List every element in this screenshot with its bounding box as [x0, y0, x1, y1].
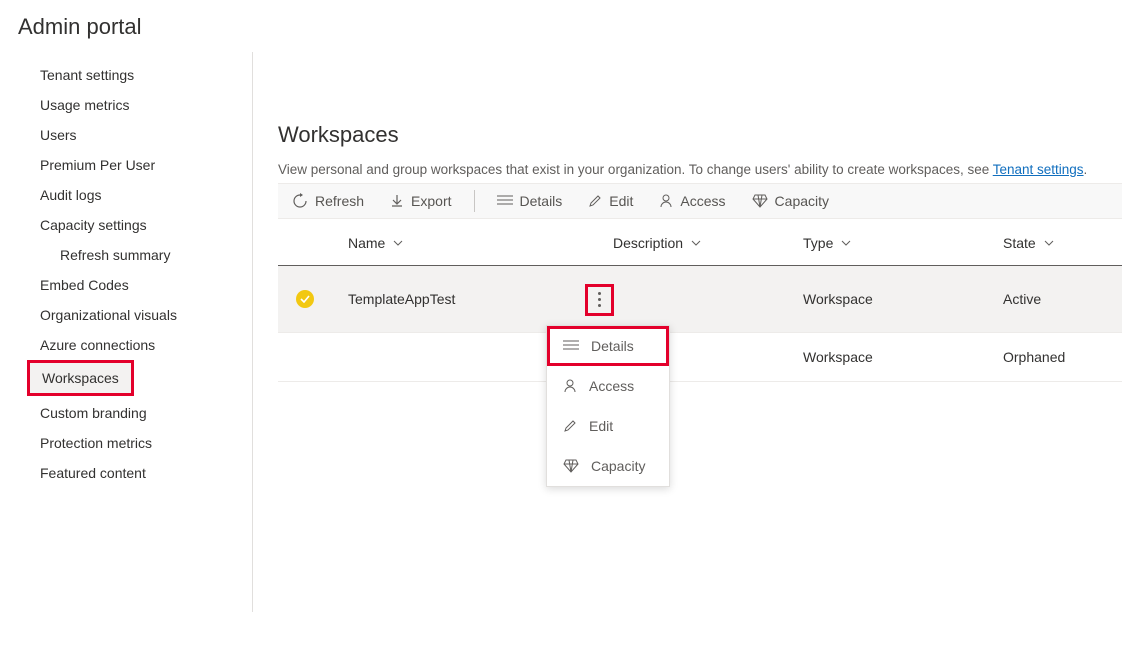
export-button[interactable]: Export — [386, 190, 455, 212]
menu-item-details[interactable]: Details — [547, 326, 669, 366]
period: . — [1084, 162, 1088, 177]
toolbar: Refresh Export Details Edit Access Cap — [278, 183, 1122, 219]
header-name-label: Name — [348, 235, 385, 251]
sidebar-nav: Tenant settings Usage metrics Users Prem… — [18, 52, 253, 612]
refresh-label: Refresh — [315, 193, 364, 209]
refresh-button[interactable]: Refresh — [288, 190, 368, 212]
sidebar-item-custom-branding[interactable]: Custom branding — [18, 398, 250, 428]
table-row[interactable]: Workspace Orphaned — [278, 333, 1122, 382]
section-description: View personal and group workspaces that … — [278, 162, 1122, 177]
refresh-icon — [292, 193, 308, 209]
sidebar-item-usage-metrics[interactable]: Usage metrics — [18, 90, 250, 120]
cell-name: TemplateAppTest — [338, 291, 613, 307]
sidebar-item-azure-connections[interactable]: Azure connections — [18, 330, 250, 360]
cell-type: Workspace — [803, 349, 1003, 365]
edit-button[interactable]: Edit — [584, 190, 637, 212]
details-label: Details — [520, 193, 563, 209]
download-icon — [390, 194, 404, 208]
chevron-down-icon — [393, 240, 403, 246]
export-label: Export — [411, 193, 451, 209]
sidebar-item-embed-codes[interactable]: Embed Codes — [18, 270, 250, 300]
sidebar-item-refresh-summary[interactable]: Refresh summary — [18, 240, 250, 270]
sidebar-item-premium-per-user[interactable]: Premium Per User — [18, 150, 250, 180]
workspaces-table: Name Description Type State — [278, 221, 1122, 382]
diamond-icon — [752, 194, 768, 208]
sidebar-item-protection-metrics[interactable]: Protection metrics — [18, 428, 250, 458]
person-icon — [563, 379, 577, 393]
menu-edit-label: Edit — [589, 418, 613, 434]
column-header-name[interactable]: Name — [338, 235, 613, 251]
menu-item-capacity[interactable]: Capacity — [547, 446, 669, 486]
header-state-label: State — [1003, 235, 1036, 251]
chevron-down-icon — [1044, 240, 1054, 246]
person-icon — [659, 194, 673, 208]
section-heading: Workspaces — [278, 122, 1122, 148]
chevron-down-icon — [841, 240, 851, 246]
toolbar-separator — [474, 190, 475, 212]
capacity-label: Capacity — [775, 193, 829, 209]
menu-capacity-label: Capacity — [591, 458, 645, 474]
menu-item-access[interactable]: Access — [547, 366, 669, 406]
cell-type: Workspace — [803, 291, 1003, 307]
access-button[interactable]: Access — [655, 190, 729, 212]
description-text-span: View personal and group workspaces that … — [278, 162, 993, 177]
menu-access-label: Access — [589, 378, 634, 394]
sidebar-item-workspaces[interactable]: Workspaces — [30, 363, 131, 393]
sidebar-item-featured-content[interactable]: Featured content — [18, 458, 250, 488]
details-button[interactable]: Details — [493, 190, 567, 212]
sidebar-item-tenant-settings[interactable]: Tenant settings — [18, 60, 250, 90]
checkmark-icon — [296, 290, 314, 308]
capacity-button[interactable]: Capacity — [748, 190, 833, 212]
pencil-icon — [588, 194, 602, 208]
menu-item-edit[interactable]: Edit — [547, 406, 669, 446]
more-options-button[interactable] — [585, 284, 614, 316]
edit-label: Edit — [609, 193, 633, 209]
page-title: Admin portal — [0, 0, 1122, 52]
context-menu: Details Access Edit Capacity — [546, 325, 670, 487]
header-description-label: Description — [613, 235, 683, 251]
tenant-settings-link[interactable]: Tenant settings — [993, 162, 1084, 177]
table-header-row: Name Description Type State — [278, 221, 1122, 266]
sidebar-item-audit-logs[interactable]: Audit logs — [18, 180, 250, 210]
main-content: Workspaces View personal and group works… — [253, 52, 1122, 612]
list-icon — [497, 194, 513, 208]
list-icon — [563, 340, 579, 352]
sidebar-item-users[interactable]: Users — [18, 120, 250, 150]
column-header-description[interactable]: Description — [613, 235, 803, 251]
cell-state: Orphaned — [1003, 349, 1122, 365]
chevron-down-icon — [691, 240, 701, 246]
access-label: Access — [680, 193, 725, 209]
header-type-label: Type — [803, 235, 833, 251]
sidebar-item-capacity-settings[interactable]: Capacity settings — [18, 210, 250, 240]
diamond-icon — [563, 459, 579, 473]
sidebar-item-organizational-visuals[interactable]: Organizational visuals — [18, 300, 250, 330]
pencil-icon — [563, 419, 577, 433]
menu-details-label: Details — [591, 338, 634, 354]
column-header-type[interactable]: Type — [803, 235, 1003, 251]
column-header-state[interactable]: State — [1003, 235, 1122, 251]
table-row[interactable]: TemplateAppTest Workspace Active — [278, 266, 1122, 333]
cell-state: Active — [1003, 291, 1122, 307]
